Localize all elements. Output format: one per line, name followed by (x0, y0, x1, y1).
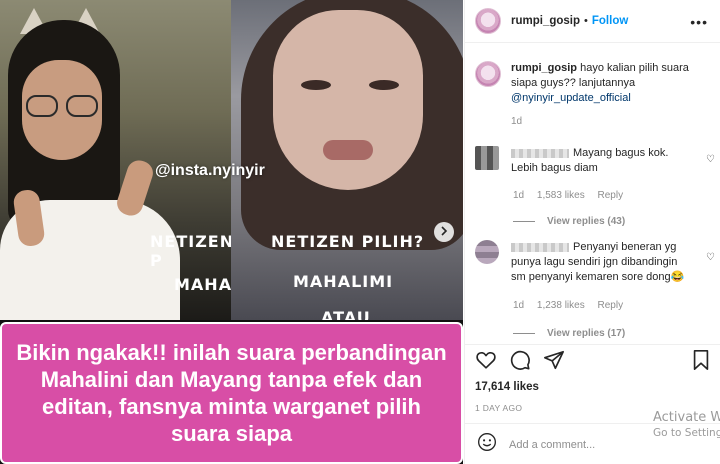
overlay-text-left-1: NETIZEN P (150, 232, 231, 270)
more-horizontal-icon[interactable]: ••• (690, 14, 708, 30)
comment-time: 1d (513, 300, 525, 311)
blurred-username (511, 148, 569, 158)
caption-banner: Bikin ngakak!! inilah suara perbandingan… (0, 322, 463, 464)
heart-icon[interactable] (475, 349, 497, 371)
share-icon[interactable] (543, 349, 565, 371)
overlay-text-right-1: NETIZEN PILIH? (271, 232, 425, 251)
caption-text: rumpi_gosip hayo kalian pilih suara siap… (511, 61, 711, 129)
reply-button[interactable]: Reply (598, 300, 624, 311)
person-face (273, 10, 423, 190)
chevron-right-icon (439, 223, 449, 241)
divider (513, 221, 535, 222)
comment-item: Mayang bagus kok. Lebih bagus diam (475, 146, 707, 176)
comment-likes[interactable]: 1,583 likes (537, 190, 585, 201)
caption-username[interactable]: rumpi_gosip (511, 62, 577, 74)
comment-item: Penyanyi beneran yg punya lagu sendiri j… (475, 240, 707, 285)
caption-mention[interactable]: @nyinyir_update_official (511, 92, 631, 104)
overlay-text-left-2: MAHAL (174, 275, 231, 294)
activate-line-1: Activate W (653, 410, 720, 425)
video-frame-right: NETIZEN PILIH? MAHALIMI ATAU (231, 0, 463, 320)
heart-icon[interactable]: ♡ (706, 154, 715, 165)
header-username[interactable]: rumpi_gosip (511, 15, 580, 27)
avatar[interactable] (475, 146, 499, 170)
avatar[interactable] (475, 61, 501, 87)
lips (323, 140, 373, 160)
blurred-username (511, 242, 569, 252)
eye-right (369, 80, 399, 90)
post-sidebar: rumpi_gosip • Follow ••• rumpi_gosip hay… (464, 0, 720, 464)
watermark: @insta.nyinyir (155, 162, 265, 179)
comment-text: Mayang bagus kok. Lebih bagus diam (511, 147, 669, 174)
eye-left (301, 80, 331, 90)
comments-list[interactable]: rumpi_gosip hayo kalian pilih suara siap… (465, 44, 720, 344)
comment-icon[interactable] (509, 349, 531, 371)
follow-button[interactable]: Follow (592, 15, 628, 27)
activate-windows-watermark: Activate W Go to Setting (653, 410, 720, 439)
post-time: 1 DAY AGO (475, 403, 523, 413)
avatar[interactable] (475, 8, 501, 34)
action-icons (475, 349, 565, 371)
comment-text: Penyanyi beneran yg punya lagu sendiri j… (511, 241, 685, 283)
post-caption: rumpi_gosip hayo kalian pilih suara siap… (475, 61, 711, 129)
caption-time: 1d (511, 116, 523, 127)
comment-time: 1d (513, 190, 525, 201)
glasses (26, 95, 98, 117)
bookmark-icon[interactable] (691, 349, 711, 371)
divider (513, 333, 535, 334)
activate-line-2: Go to Setting (653, 427, 720, 439)
avatar[interactable] (475, 240, 499, 264)
emoji-icon[interactable] (477, 432, 497, 457)
heart-icon[interactable]: ♡ (706, 252, 715, 263)
overlay-text-right-3: ATAU (321, 308, 371, 320)
caption-banner-text: Bikin ngakak!! inilah suara perbandingan… (16, 340, 447, 446)
video-frame-left: NETIZEN P MAHAL (0, 0, 231, 320)
comment-meta: 1d 1,238 likes Reply (513, 300, 633, 311)
view-replies-button[interactable]: View replies (43) (513, 216, 625, 227)
comment-likes[interactable]: 1,238 likes (537, 300, 585, 311)
view-replies-button[interactable]: View replies (17) (513, 328, 625, 339)
post-media[interactable]: NETIZEN P MAHAL NETIZEN PILIH? MAHALIMI … (0, 0, 463, 464)
separator-dot: • (584, 15, 588, 27)
likes-count[interactable]: 17,614 likes (475, 381, 539, 393)
reply-button[interactable]: Reply (598, 190, 624, 201)
carousel-next-button[interactable] (434, 222, 454, 242)
post-header: rumpi_gosip • Follow ••• (465, 0, 720, 43)
comment-input[interactable] (509, 438, 659, 451)
post-actions: 17,614 likes 1 DAY AGO (465, 344, 720, 464)
overlay-text-right-2: MAHALIMI (293, 272, 394, 291)
comment-meta: 1d 1,583 likes Reply (513, 190, 633, 201)
